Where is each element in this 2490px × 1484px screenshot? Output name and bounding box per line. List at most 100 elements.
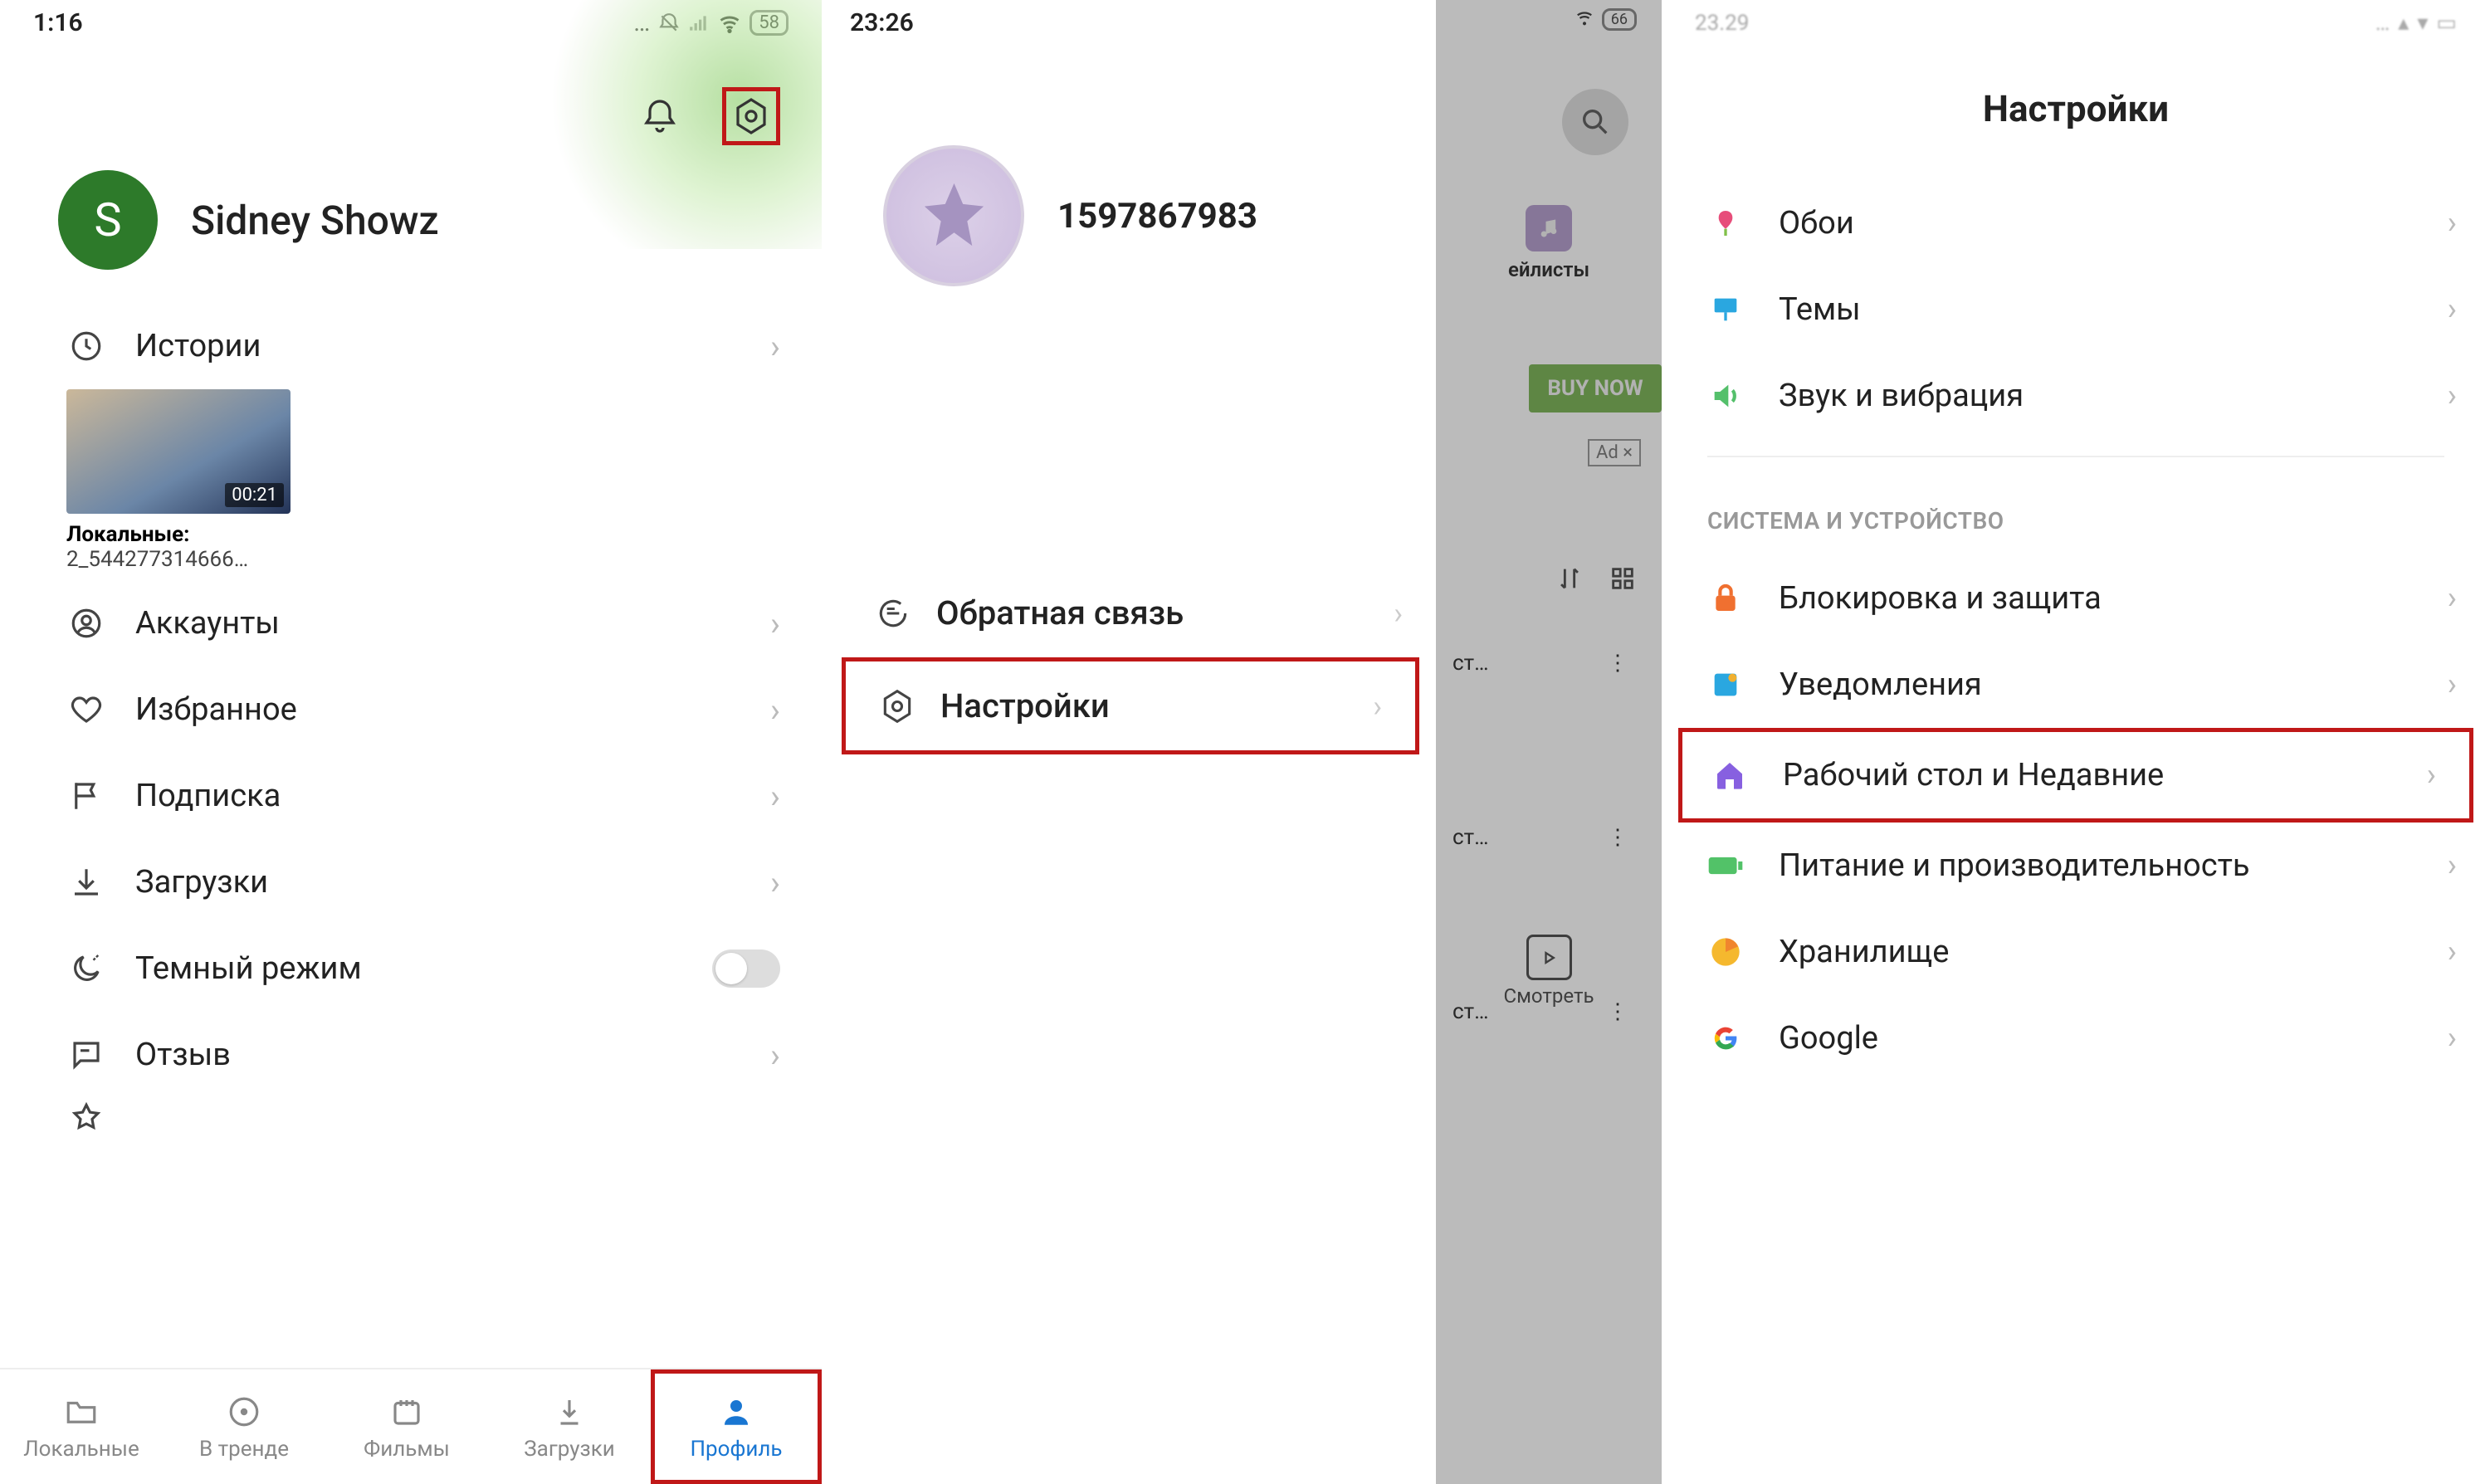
- storage-icon: [1707, 934, 1744, 970]
- chevron-right-icon: ›: [2448, 378, 2457, 414]
- download-tab-icon: [549, 1392, 589, 1432]
- section-system-label: СИСТЕМА И УСТРОЙСТВО: [1662, 474, 2490, 555]
- status-bar: 23:26: [825, 0, 1436, 46]
- tab-local[interactable]: Локальные: [0, 1369, 163, 1484]
- notifications-icon: [1707, 666, 1744, 703]
- menu-darkmode-label: Темный режим: [135, 950, 683, 987]
- more-icon[interactable]: ⋮: [1607, 825, 1628, 850]
- settings-themes-label: Темы: [1779, 291, 2413, 328]
- sort-icon[interactable]: [1555, 564, 1584, 593]
- divider: [1707, 456, 2444, 457]
- menu-feedback[interactable]: Обратная связь ›: [825, 569, 1436, 657]
- chevron-right-icon: ›: [1394, 596, 1403, 631]
- account-menu: Обратная связь › Настройки ›: [825, 569, 1436, 754]
- settings-themes[interactable]: Темы ›: [1662, 266, 2490, 353]
- darkmode-toggle[interactable]: [712, 949, 780, 988]
- settings-storage-label: Хранилище: [1779, 934, 2413, 970]
- menu-accounts[interactable]: Аккаунты ›: [0, 580, 822, 666]
- gear-icon: [879, 688, 915, 725]
- toolbar-icons: [1436, 465, 1662, 593]
- account-header[interactable]: 1597867983: [825, 46, 1436, 336]
- notifications-button[interactable]: [631, 87, 689, 145]
- chevron-right-icon: ›: [2448, 1020, 2457, 1057]
- settings-home-recents[interactable]: Рабочий стол и Недавние ›: [1682, 732, 2469, 818]
- tab-profile-label: Профиль: [691, 1437, 783, 1462]
- history-thumbnail-block[interactable]: 00:21 Локальные: 2_544277314666…: [0, 389, 822, 580]
- menu-settings[interactable]: Настройки ›: [846, 661, 1415, 750]
- comment-icon: [66, 1035, 106, 1075]
- chevron-right-icon: ›: [770, 691, 780, 730]
- grid-icon[interactable]: [1609, 564, 1637, 593]
- menu-subscription[interactable]: Подписка ›: [0, 753, 822, 839]
- settings-home-label: Рабочий стол и Недавние: [1783, 757, 2392, 793]
- profile-tab-icon: [716, 1392, 756, 1432]
- avatar: S: [58, 170, 158, 270]
- tab-trending[interactable]: В тренде: [163, 1369, 325, 1484]
- playlists-label: ейлисты: [1508, 251, 1589, 281]
- settings-power[interactable]: Питание и производительность ›: [1662, 823, 2490, 909]
- screenshot-settings-screen: 23.29 … ▴ ▾ ▭ Настройки Обои › Темы › Зв…: [1662, 0, 2490, 1484]
- settings-storage[interactable]: Хранилище ›: [1662, 909, 2490, 995]
- settings-notifications[interactable]: Уведомления ›: [1662, 642, 2490, 728]
- play-circle-icon: [224, 1392, 264, 1432]
- tab-downloads[interactable]: Загрузки: [488, 1369, 651, 1484]
- more-dots-icon: …: [2375, 11, 2390, 36]
- tab-profile[interactable]: Профиль: [651, 1369, 822, 1484]
- search-button[interactable]: [1562, 89, 1628, 155]
- settings-sound[interactable]: Звук и вибрация ›: [1662, 353, 2490, 439]
- battery-icon: [1707, 847, 1744, 884]
- user-id: 1597867983: [1057, 196, 1257, 237]
- ad-badge[interactable]: Ad ×: [1588, 439, 1641, 466]
- tab-local-label: Локальные: [23, 1437, 139, 1462]
- profile-name: Sidney Showz: [191, 197, 439, 244]
- settings-lock[interactable]: Блокировка и защита ›: [1662, 555, 2490, 642]
- wifi-icon: [1575, 8, 1594, 31]
- battery-indicator: 66: [1602, 8, 1637, 31]
- menu-history[interactable]: Истории ›: [0, 303, 822, 389]
- playlist-tile-icon[interactable]: [1526, 205, 1572, 251]
- star-outline-icon: [66, 1098, 106, 1138]
- watch-label: Смотреть: [1436, 984, 1662, 1008]
- menu-favorites[interactable]: Избранное ›: [0, 666, 822, 753]
- chevron-right-icon: ›: [2448, 205, 2457, 242]
- menu-cutoff-row[interactable]: [0, 1098, 822, 1138]
- video-thumbnail[interactable]: 00:21: [66, 389, 290, 514]
- page-title: Настройки: [1662, 46, 2490, 180]
- screenshot-dimmed-background: 66 ейлисты BUY NOW Ad × ст…⋮ ст…⋮ ст…⋮ С…: [1436, 0, 1662, 1484]
- list-item[interactable]: ст…⋮: [1436, 593, 1662, 676]
- settings-wallpaper[interactable]: Обои ›: [1662, 180, 2490, 266]
- menu-feedback-label: Отзыв: [135, 1037, 741, 1073]
- settings-notifications-label: Уведомления: [1779, 666, 2413, 703]
- thumb-title: Локальные:: [66, 522, 822, 547]
- more-icon[interactable]: ⋮: [1607, 651, 1628, 676]
- settings-lock-label: Блокировка и защита: [1779, 580, 2413, 617]
- folder-icon: [61, 1392, 101, 1432]
- settings-sound-label: Звук и вибрация: [1779, 378, 2413, 414]
- menu-feedback[interactable]: Отзыв ›: [0, 1012, 822, 1098]
- bottom-tab-watch[interactable]: Смотреть: [1436, 935, 1662, 1008]
- list-item[interactable]: ст…⋮: [1436, 676, 1662, 850]
- movies-icon: [387, 1392, 427, 1432]
- chevron-right-icon: ›: [770, 777, 780, 816]
- menu-subscription-label: Подписка: [135, 778, 741, 814]
- moon-icon: [66, 949, 106, 989]
- menu-downloads[interactable]: Загрузки ›: [0, 839, 822, 925]
- tab-movies[interactable]: Фильмы: [325, 1369, 488, 1484]
- chevron-right-icon: ›: [770, 1036, 780, 1075]
- tab-movies-label: Фильмы: [364, 1437, 450, 1462]
- chevron-right-icon: ›: [770, 863, 780, 902]
- google-icon: [1707, 1020, 1744, 1057]
- chevron-right-icon: ›: [2448, 847, 2457, 884]
- settings-google[interactable]: Google ›: [1662, 995, 2490, 1081]
- settings-google-label: Google: [1779, 1020, 2413, 1057]
- sound-icon: [1707, 378, 1744, 414]
- settings-button[interactable]: [722, 87, 780, 145]
- chevron-right-icon: ›: [2448, 934, 2457, 970]
- menu-settings-label: Настройки: [940, 686, 1348, 725]
- buy-now-button[interactable]: BUY NOW: [1529, 364, 1662, 412]
- tab-trending-label: В тренде: [199, 1437, 289, 1462]
- chevron-right-icon: ›: [2448, 666, 2457, 703]
- status-time: 23:26: [850, 8, 914, 37]
- star-icon: [915, 177, 994, 256]
- chevron-right-icon: ›: [2448, 291, 2457, 328]
